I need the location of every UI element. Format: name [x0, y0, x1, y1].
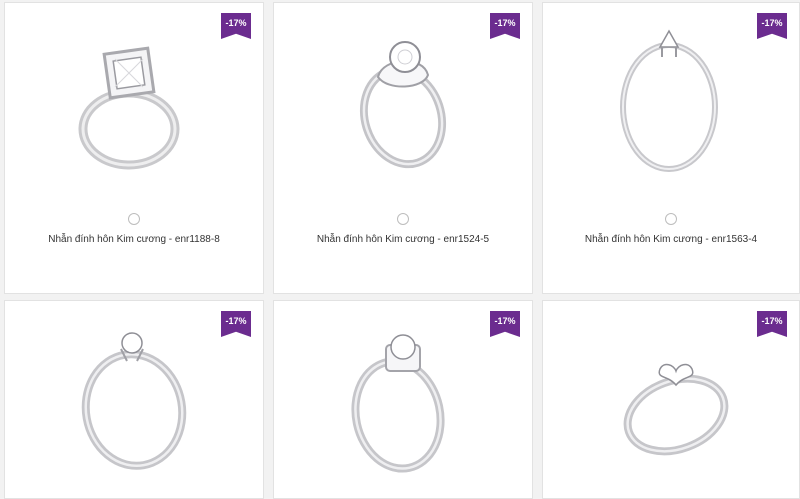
discount-badge: -17% [490, 13, 520, 39]
discount-badge: -17% [221, 311, 251, 337]
discount-badge: -17% [757, 13, 787, 39]
color-option-radio[interactable] [397, 213, 409, 225]
ring-image[interactable] [596, 17, 746, 177]
color-option-radio[interactable] [665, 213, 677, 225]
product-card[interactable]: -17% Nhẫn đính hôn Kim cương - enr1524-5 [273, 2, 533, 294]
discount-badge: -17% [490, 311, 520, 337]
product-card[interactable]: -17% Nhẫn đính hôn Kim cương - enr1188-8 [4, 2, 264, 294]
discount-badge: -17% [757, 311, 787, 337]
product-card[interactable]: -17% [273, 300, 533, 499]
ring-image[interactable] [328, 17, 478, 177]
color-option-radio[interactable] [128, 213, 140, 225]
ring-image[interactable] [59, 17, 209, 177]
product-card[interactable]: -17% [542, 300, 800, 499]
ring-image[interactable] [328, 315, 478, 475]
product-title[interactable]: Nhẫn đính hôn Kim cương - enr1524-5 [274, 234, 532, 245]
ring-image[interactable] [59, 315, 209, 475]
ring-image[interactable] [596, 315, 746, 475]
product-title[interactable]: Nhẫn đính hôn Kim cương - enr1188-8 [5, 234, 263, 245]
product-title[interactable]: Nhẫn đính hôn Kim cương - enr1563-4 [543, 234, 799, 245]
discount-badge: -17% [221, 13, 251, 39]
product-card[interactable]: -17% Nhẫn đính hôn Kim cương - enr1563-4 [542, 2, 800, 294]
product-card[interactable]: -17% [4, 300, 264, 499]
